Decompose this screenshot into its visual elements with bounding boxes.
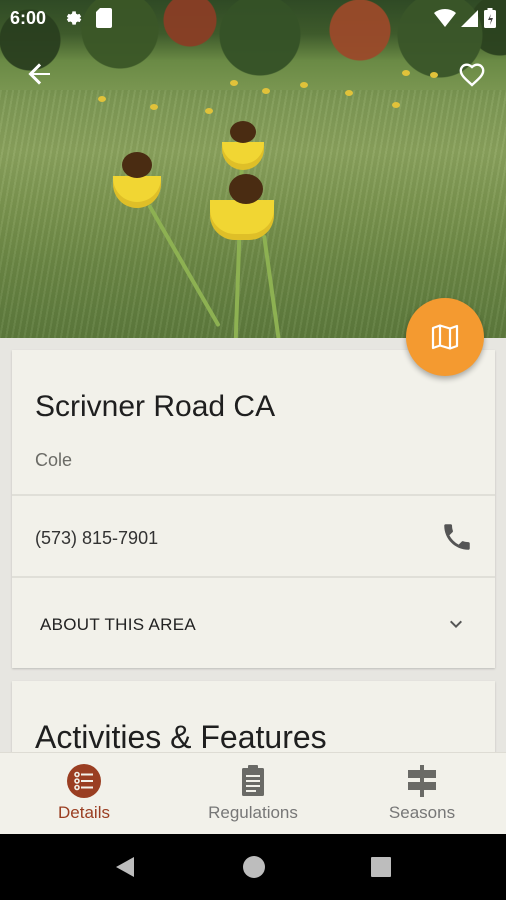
nav-tab-details[interactable]: Details: [0, 753, 168, 835]
system-navigation-bar: [0, 834, 506, 900]
bottom-navigation: Details Regulations Seasons: [0, 752, 506, 834]
flower-dot: [392, 102, 400, 108]
activities-card: Activities & Features: [12, 681, 495, 756]
recents-square-icon[interactable]: [368, 854, 394, 880]
divider: [12, 494, 495, 496]
details-list-icon: [67, 764, 101, 798]
sd-card-icon: [96, 8, 112, 28]
nav-tab-regulations[interactable]: Regulations: [169, 753, 337, 835]
status-time: 6:00: [10, 8, 47, 28]
flower-dot: [150, 104, 158, 110]
hero-photo: [0, 0, 506, 338]
flower-dot: [205, 108, 213, 114]
battery-icon: [484, 8, 496, 28]
signpost-icon: [408, 765, 436, 797]
nav-label-details: Details: [58, 803, 110, 822]
area-details-card: Scrivner Road CA Cole (573) 815-7901 ABO…: [12, 350, 495, 668]
wifi-icon: [434, 8, 456, 27]
coneflower-cone: [230, 121, 256, 143]
nav-tab-seasons[interactable]: Seasons: [338, 753, 506, 835]
flower-dot: [430, 72, 438, 78]
back-triangle-icon[interactable]: [112, 854, 138, 880]
chevron-down-icon[interactable]: [444, 612, 468, 636]
divider: [12, 576, 495, 578]
flower-dot: [262, 88, 270, 94]
flower-dot: [345, 90, 353, 96]
map-fab-button[interactable]: [406, 298, 484, 376]
activities-title: Activities & Features: [35, 719, 327, 755]
flower-dot: [230, 80, 238, 86]
area-county: Cole: [35, 450, 73, 470]
settings-icon: [66, 11, 82, 25]
signal-icon: [461, 10, 478, 27]
nav-label-seasons: Seasons: [388, 803, 456, 822]
nav-label-regulations: Regulations: [208, 803, 298, 822]
flower-dot: [98, 96, 106, 102]
flower-dot: [300, 82, 308, 88]
map-icon: [431, 324, 459, 350]
coneflower-petals: [210, 200, 274, 240]
favorite-heart-icon[interactable]: [450, 52, 494, 96]
back-arrow-icon[interactable]: [18, 52, 62, 96]
home-circle-icon[interactable]: [241, 854, 267, 880]
flower-dot: [402, 70, 410, 76]
status-bar: 6:00: [0, 0, 506, 36]
about-this-area-toggle[interactable]: ABOUT THIS AREA: [40, 615, 196, 635]
coneflower-cone: [122, 152, 152, 178]
phone-icon[interactable]: [440, 520, 474, 554]
coneflower-cone: [229, 174, 263, 204]
area-title: Scrivner Road CA: [35, 390, 276, 423]
phone-number[interactable]: (573) 815-7901: [35, 528, 158, 549]
clipboard-icon: [242, 765, 264, 796]
